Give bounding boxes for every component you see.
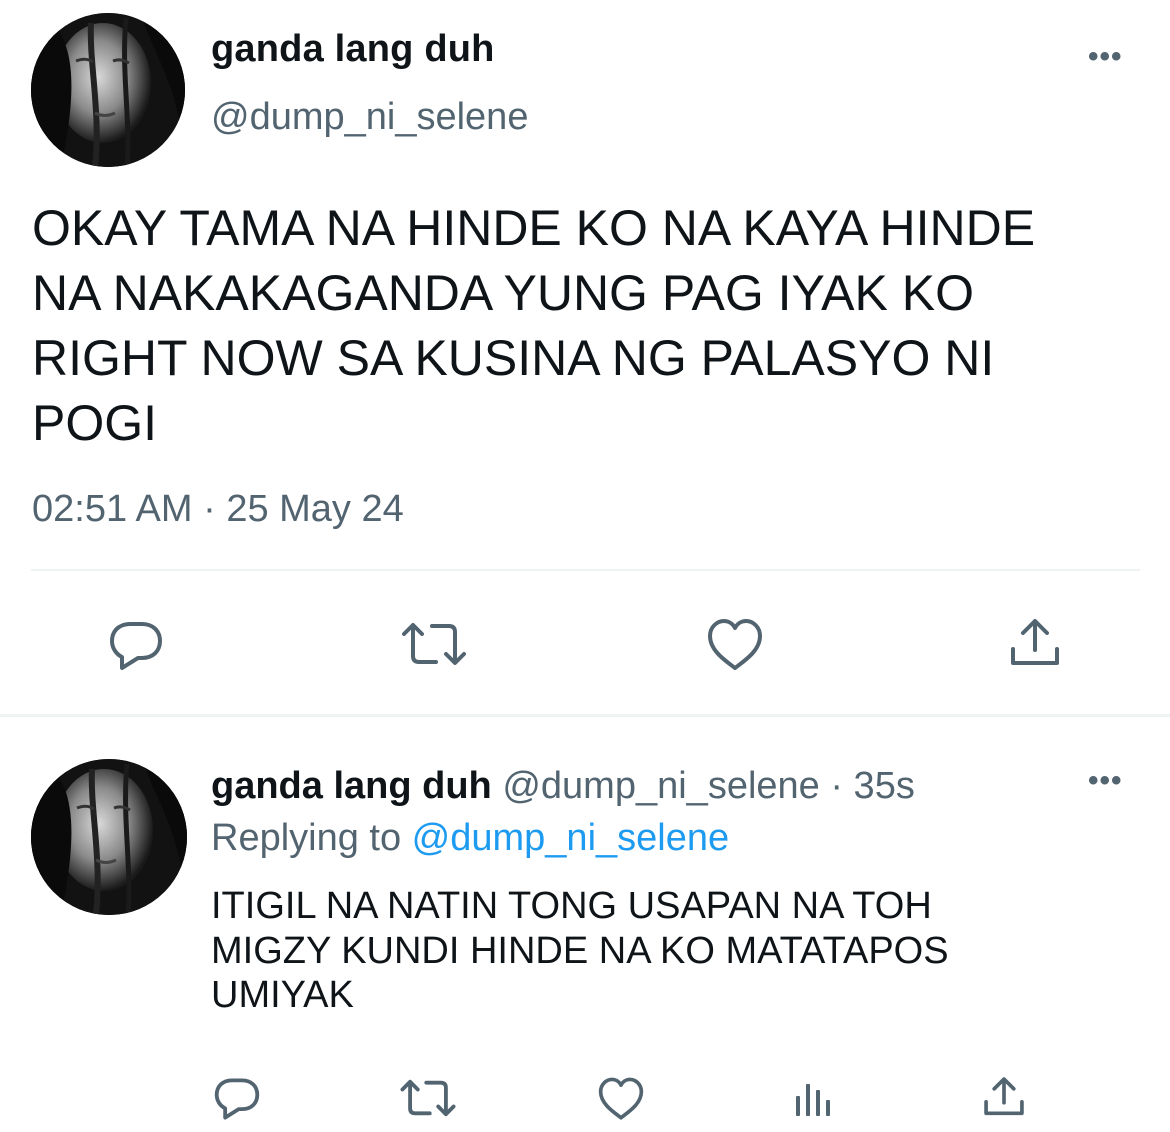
replying-to-label: Replying to [211,817,412,859]
analytics-icon[interactable] [793,1078,833,1118]
author-avatar[interactable] [31,13,185,167]
tweet-separator [0,714,1170,717]
reply-header: ganda lang duh @dump_ni_selene · 35s [211,765,915,808]
author-display-name[interactable]: ganda lang duh [211,28,495,71]
reply-more-options-icon[interactable]: ••• [1088,766,1123,796]
reply-author-display-name[interactable]: ganda lang duh [211,765,492,807]
tweet-timestamp[interactable]: 02:51 AM · 25 May 24 [32,488,404,531]
replying-to: Replying to @dump_ni_selene [211,817,729,860]
author-handle[interactable]: @dump_ni_selene [211,96,528,139]
share-icon[interactable] [1008,617,1062,669]
reply-text: ITIGIL NA NATIN TONG USAPAN NA TOH MIGZY… [211,885,949,1016]
share-icon[interactable] [982,1075,1026,1119]
heart-icon[interactable] [597,1077,645,1121]
replying-to-handle-link[interactable]: @dump_ni_selene [412,817,729,859]
more-options-icon[interactable]: ••• [1088,42,1123,72]
retweet-icon[interactable] [399,1077,457,1119]
heart-icon[interactable] [706,618,764,672]
reply-bubble-icon[interactable] [213,1077,261,1121]
reply-author-avatar[interactable] [31,759,187,915]
reply-bubble-icon[interactable] [108,620,164,672]
retweet-icon[interactable] [400,620,468,668]
tweet-text: OKAY TAMA NA HINDE KO NA KAYA HINDE NA N… [32,200,1036,451]
reply-author-meta[interactable]: @dump_ni_selene · 35s [492,765,915,807]
divider [31,569,1140,571]
